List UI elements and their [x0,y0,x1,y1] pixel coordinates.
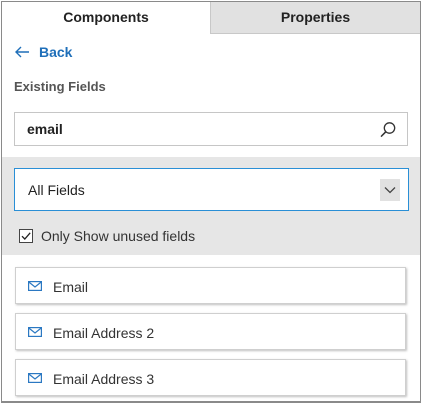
field-item-email[interactable]: Email [15,267,406,304]
arrow-left-icon [15,46,29,58]
search-value: email [27,121,63,137]
chevron-down-icon[interactable] [380,179,400,201]
only-unused-checkbox[interactable] [19,229,33,243]
only-unused-toggle[interactable]: Only Show unused fields [19,227,195,245]
tab-bar: Components Properties [2,2,420,34]
field-item-email-address-3[interactable]: Email Address 3 [15,359,406,396]
field-item-email-address-2[interactable]: Email Address 2 [15,313,406,350]
components-panel: Components Properties Back Existing Fiel… [1,1,421,403]
mail-icon [28,373,42,383]
checkmark-icon [21,232,31,240]
mail-icon [28,327,42,337]
search-input[interactable]: email [14,112,408,146]
field-list: Email Email Address 2 Email Address 3 [15,267,406,401]
tab-properties[interactable]: Properties [210,2,420,34]
field-type-selected: All Fields [28,182,85,198]
field-type-select[interactable]: All Fields [14,168,409,211]
field-label: Email Address 3 [53,371,155,387]
field-label: Email [53,279,89,295]
filter-area: All Fields Only Show unused fields [2,157,420,255]
only-unused-label: Only Show unused fields [41,228,196,244]
search-icon[interactable] [379,121,397,139]
field-label: Email Address 2 [53,325,155,341]
back-link[interactable]: Back [15,42,72,62]
section-title: Existing Fields [14,79,106,94]
tab-components[interactable]: Components [2,2,210,34]
mail-icon [28,281,42,291]
back-label: Back [39,44,73,60]
